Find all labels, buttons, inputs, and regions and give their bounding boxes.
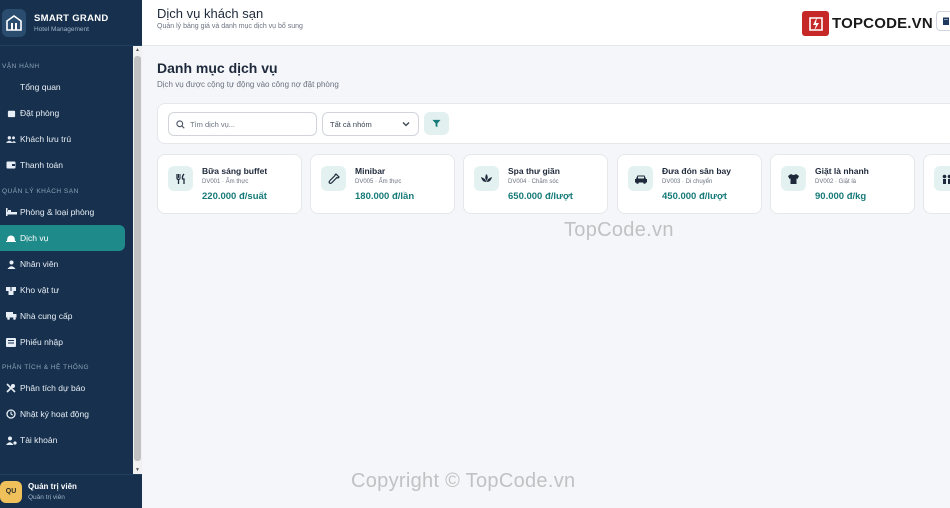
spa-icon bbox=[474, 166, 499, 191]
watermark-center: TopCode.vn bbox=[564, 219, 674, 241]
search-input[interactable]: Tìm dịch vụ... bbox=[168, 112, 317, 136]
wallet-icon bbox=[5, 159, 17, 171]
brand-subtitle: Hotel Management bbox=[34, 25, 89, 33]
topcode-logo-text: TOPCODE.VN bbox=[832, 15, 933, 32]
sidebar-item-inventory[interactable]: Kho vật tư bbox=[0, 277, 125, 303]
bottle-icon bbox=[321, 166, 346, 191]
group-select-value: Tất cả nhóm bbox=[330, 119, 372, 129]
history-icon bbox=[5, 408, 17, 420]
service-meta: DV005 · Ẩm thực bbox=[355, 179, 402, 185]
service-card[interactable]: Giặt là nhanh DV002 · Giặt là 90.000 đ/k… bbox=[770, 154, 915, 214]
section-title: Danh mục dịch vụ bbox=[157, 60, 278, 76]
users-icon bbox=[5, 133, 17, 145]
scroll-down-icon[interactable]: ▼ bbox=[134, 467, 141, 473]
shirt-icon bbox=[781, 166, 806, 191]
sidebar: SMART GRAND Hotel Management VẬN HÀNH Tổ… bbox=[0, 0, 142, 508]
service-card[interactable]: Spa thư giãn DV004 · Chăm sóc 650.000 đ/… bbox=[463, 154, 608, 214]
service-name: Spa thư giãn bbox=[508, 166, 560, 176]
page-title: Dịch vụ khách sạn bbox=[157, 6, 264, 21]
brand: SMART GRAND Hotel Management bbox=[0, 0, 142, 46]
calendar-icon bbox=[5, 107, 17, 119]
sidebar-item-activity-log[interactable]: Nhật ký hoạt động bbox=[0, 401, 125, 427]
sidebar-item-account[interactable]: Tài khoản bbox=[0, 427, 125, 453]
car-icon bbox=[628, 166, 653, 191]
scroll-thumb[interactable] bbox=[134, 56, 141, 461]
section-title-analytics: PHÂN TÍCH & HỆ THỐNG bbox=[2, 364, 90, 371]
bell-icon bbox=[5, 232, 17, 244]
service-card-partial[interactable] bbox=[923, 154, 950, 214]
chevron-down-icon bbox=[402, 121, 410, 127]
search-icon bbox=[176, 119, 185, 129]
service-name: Minibar bbox=[355, 166, 386, 176]
service-price: 90.000 đ/kg bbox=[815, 191, 867, 202]
tools-icon bbox=[5, 382, 17, 394]
service-name: Đưa đón sân bay bbox=[662, 166, 731, 176]
truck-icon bbox=[5, 310, 17, 322]
sidebar-item-rooms[interactable]: Phòng & loại phòng bbox=[0, 199, 125, 225]
header-action-button[interactable] bbox=[936, 11, 950, 31]
topcode-logo: TOPCODE.VN bbox=[802, 11, 933, 36]
people-icon bbox=[934, 166, 950, 191]
user-gear-icon bbox=[5, 434, 17, 446]
grid-icon bbox=[5, 81, 17, 93]
service-meta: DV002 · Giặt là bbox=[815, 179, 857, 185]
section-title-management: QUẢN LÝ KHÁCH SẠN bbox=[2, 188, 79, 195]
brand-name: SMART GRAND bbox=[34, 12, 109, 24]
sidebar-item-services[interactable]: Dịch vụ bbox=[0, 225, 125, 251]
section-title-operations: VẬN HÀNH bbox=[2, 63, 40, 70]
service-meta: DV003 · Di chuyển bbox=[662, 179, 713, 185]
user-icon bbox=[5, 258, 17, 270]
service-price: 220.000 đ/suất bbox=[202, 191, 267, 202]
sidebar-scrollbar[interactable]: ▲ ▼ bbox=[133, 46, 142, 474]
service-card[interactable]: Minibar DV005 · Ẩm thực 180.000 đ/lần bbox=[310, 154, 455, 214]
sidebar-item-booking[interactable]: Đặt phòng bbox=[0, 100, 125, 126]
sidebar-item-staff[interactable]: Nhân viên bbox=[0, 251, 125, 277]
bed-icon bbox=[5, 206, 17, 218]
service-price: 450.000 đ/lượt bbox=[662, 191, 727, 202]
section-subtitle: Dịch vụ được cộng tự động vào công nợ đặ… bbox=[157, 80, 339, 89]
sidebar-item-forecast[interactable]: Phân tích dự báo bbox=[0, 375, 125, 401]
box-icon bbox=[5, 284, 17, 296]
watermark-bottom: Copyright © TopCode.vn bbox=[351, 470, 576, 492]
page-header: Dịch vụ khách sạn Quản lý bảng giá và da… bbox=[142, 0, 950, 46]
filter-icon bbox=[432, 119, 441, 128]
building-icon bbox=[943, 17, 949, 25]
group-select[interactable]: Tất cả nhóm bbox=[322, 112, 419, 136]
sidebar-item-guests[interactable]: Khách lưu trú bbox=[0, 126, 125, 152]
user-profile[interactable]: QU Quản trị viên Quản trị viên bbox=[0, 474, 142, 508]
service-meta: DV004 · Chăm sóc bbox=[508, 179, 559, 185]
service-card[interactable]: Đưa đón sân bay DV003 · Di chuyển 450.00… bbox=[617, 154, 762, 214]
service-card-list: Bữa sáng buffet DV001 · Ẩm thực 220.000 … bbox=[157, 154, 950, 214]
scroll-up-icon[interactable]: ▲ bbox=[134, 47, 141, 53]
sidebar-item-payment[interactable]: Thanh toán bbox=[0, 152, 125, 178]
user-role: Quản trị viên bbox=[28, 494, 65, 501]
hotel-logo-icon bbox=[2, 8, 26, 37]
sidebar-nav: VẬN HÀNH Tổng quan Đặt phòng Khách lưu t… bbox=[0, 46, 133, 453]
sidebar-item-receipts[interactable]: Phiếu nhập bbox=[0, 329, 125, 355]
topcode-badge-icon bbox=[802, 11, 829, 36]
service-name: Giặt là nhanh bbox=[815, 166, 869, 176]
service-price: 650.000 đ/lượt bbox=[508, 191, 573, 202]
receipt-icon bbox=[5, 336, 17, 348]
sidebar-item-suppliers[interactable]: Nhà cung cấp bbox=[0, 303, 125, 329]
service-card[interactable]: Bữa sáng buffet DV001 · Ẩm thực 220.000 … bbox=[157, 154, 302, 214]
search-placeholder: Tìm dịch vụ... bbox=[190, 119, 236, 129]
filter-button[interactable] bbox=[424, 112, 449, 135]
sidebar-item-overview[interactable]: Tổng quan bbox=[0, 74, 125, 100]
page-subtitle: Quản lý bảng giá và danh mục dịch vụ bổ … bbox=[157, 23, 303, 30]
service-meta: DV001 · Ẩm thực bbox=[202, 179, 249, 185]
avatar: QU bbox=[0, 480, 22, 503]
service-price: 180.000 đ/lần bbox=[355, 191, 415, 202]
utensils-icon bbox=[168, 166, 193, 191]
user-name: Quản trị viên bbox=[28, 482, 77, 491]
service-name: Bữa sáng buffet bbox=[202, 166, 268, 176]
filter-bar: Tìm dịch vụ... Tất cả nhóm bbox=[157, 103, 950, 144]
